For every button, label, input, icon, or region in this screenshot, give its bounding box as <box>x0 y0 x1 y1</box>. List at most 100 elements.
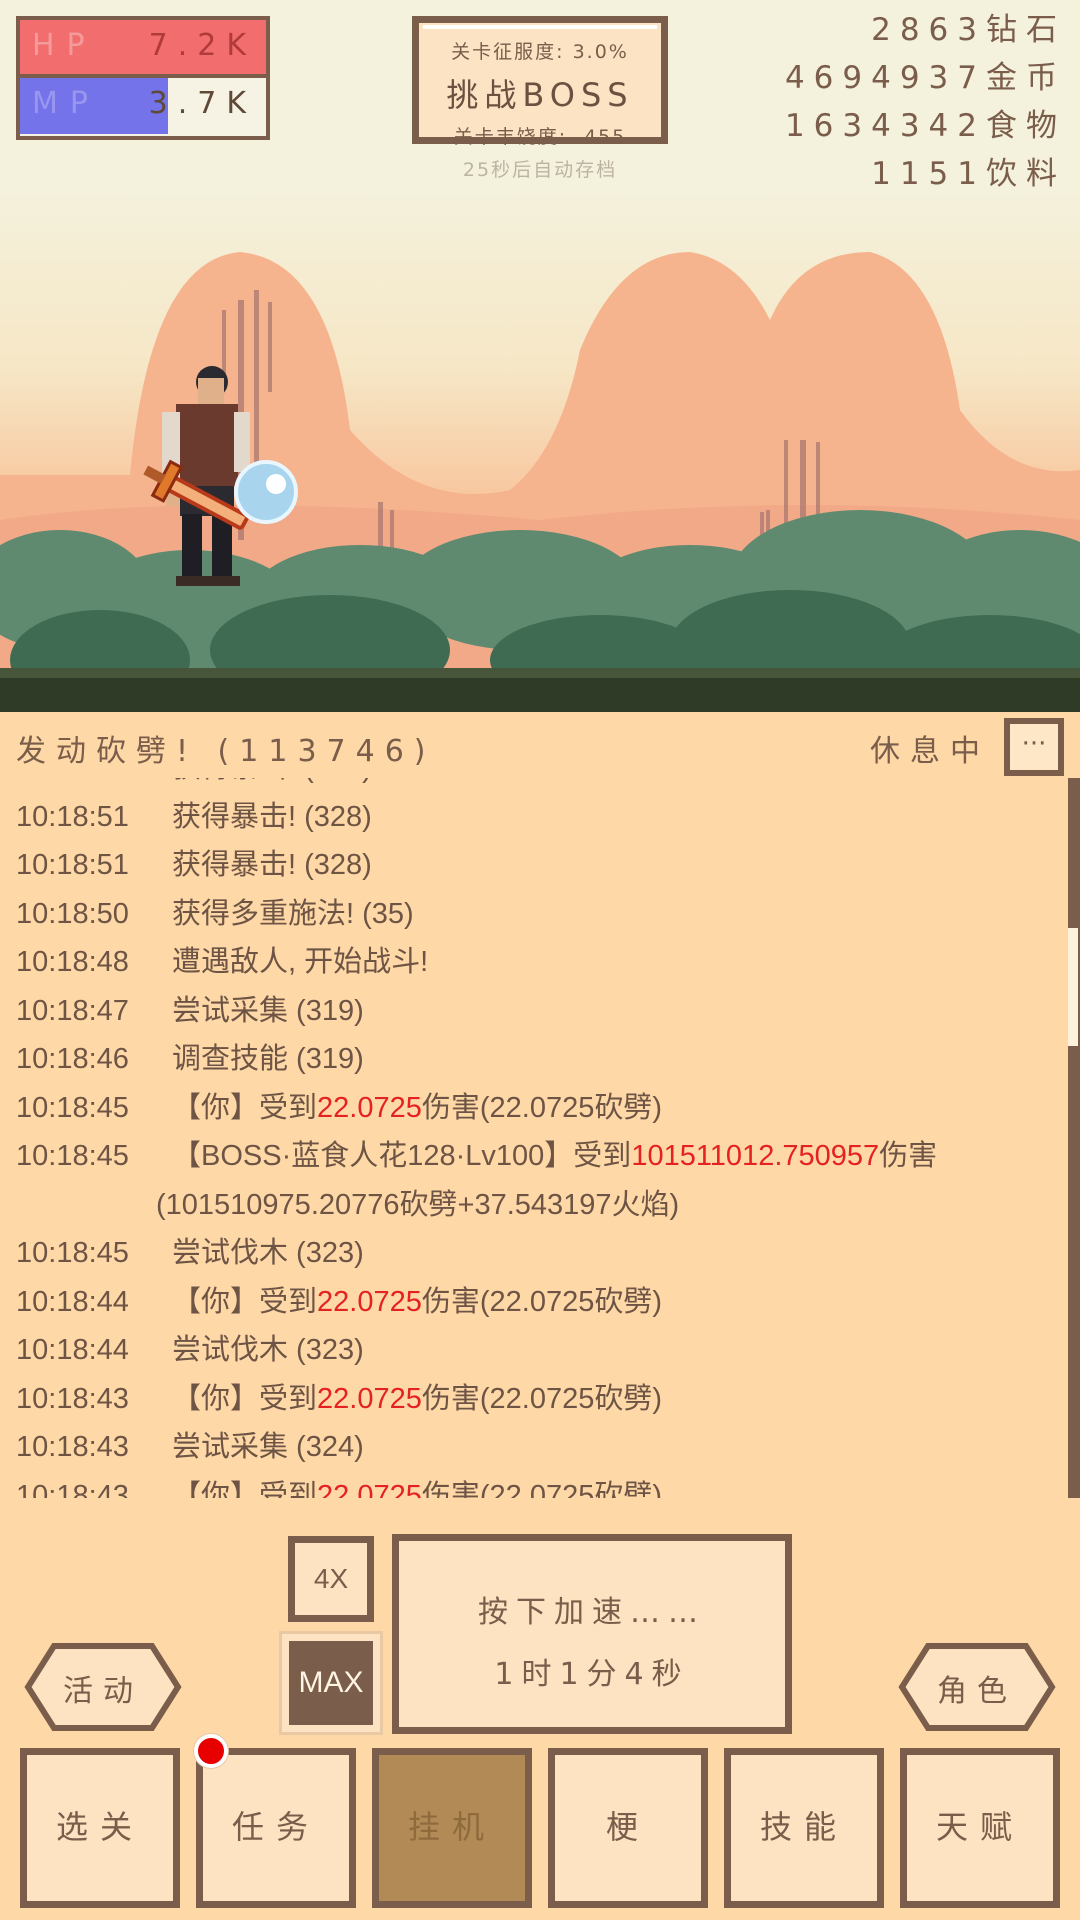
damage-value: 22.0725 <box>317 1285 422 1318</box>
list-item: 10:18:43 【你】受到22.0725伤害(22.0725砍劈) <box>16 1472 1056 1499</box>
log-text: 获得暴击! (328) <box>172 800 372 833</box>
scrollbar-thumb[interactable] <box>1068 928 1078 1046</box>
log-message: 【你】受到22.0725伤害(22.0725砍劈) <box>172 1278 662 1327</box>
accelerate-label: 按下加速…… <box>478 1595 706 1630</box>
list-item: 10:18:51 获得暴击! (328) <box>16 793 1056 842</box>
log-message: 获得多重施法! (35) <box>172 890 414 939</box>
log-timestamp: 10:18:44 <box>16 1285 129 1318</box>
log-text: 尝试采集 (324) <box>172 1431 364 1463</box>
rest-status: 休息中 <box>870 734 990 769</box>
log-text: 尝试采集 (319) <box>172 994 364 1027</box>
log-timestamp: 10:18:45 <box>16 1140 129 1172</box>
top-hud: HP 7.2K MP 3.7K 关卡征服度: 3.0% 挑战BOSS 关卡丰饶度… <box>0 0 1080 192</box>
accelerate-button[interactable]: 按下加速…… 1时1分4秒 <box>392 1534 792 1734</box>
current-action: 发动砍劈! (113746) <box>16 734 436 769</box>
log-message: 【BOSS·蓝食人花128·Lv100】受到101511012.750957伤害 <box>172 1132 937 1181</box>
log-message: 尝试伐木 (323) <box>172 1229 364 1278</box>
log-timestamp: 10:18:44 <box>16 1334 129 1366</box>
damage-value: 101511012.750957 <box>631 1140 880 1172</box>
damage-value: 22.0725 <box>317 1382 422 1415</box>
log-timestamp: 10:18:47 <box>16 994 129 1027</box>
log-message: 获得暴击! (328) <box>172 793 372 842</box>
log-text: 尝试伐木 (323) <box>172 1237 364 1269</box>
log-text: 【你】受到 <box>172 1479 318 1499</box>
log-message: 尝试采集 (324) <box>172 1423 364 1472</box>
log-text: 获得暴击! (328) <box>172 849 372 881</box>
resource-list: 2863钻石 4694937金币 1634342食物 1151饮料 <box>785 6 1066 198</box>
log-message: 【你】受到22.0725伤害(22.0725砍劈) <box>172 1084 662 1133</box>
mp-label: MP <box>32 86 100 121</box>
log-message: 遭遇敌人, 开始战斗! <box>172 938 428 987</box>
log-message: 获得暴击! (328) <box>172 841 372 890</box>
notification-badge <box>194 1734 228 1768</box>
resource-food: 1634342食物 <box>784 108 1066 144</box>
bottom-controls: 4X MAX 按下加速…… 1时1分4秒 活动 角色 选关 任务 挂机 梗 技能… <box>0 1506 1080 1920</box>
vitals-panel: HP 7.2K MP 3.7K <box>16 16 270 140</box>
battle-scene <box>0 190 1080 712</box>
orb-icon <box>234 460 298 524</box>
stage-conquest: 关卡征服度: 3.0% <box>451 41 629 63</box>
log-text: 【BOSS·蓝食人花128·Lv100】受到 <box>172 1140 632 1172</box>
nav-select-stage[interactable]: 选关 <box>20 1748 180 1908</box>
mp-bar: MP 3.7K <box>20 78 266 134</box>
log-text: 伤害(22.0725砍劈) <box>421 1285 662 1318</box>
character-button[interactable]: 角色 <box>898 1642 1056 1732</box>
challenge-boss-label: 挑战BOSS <box>446 76 634 114</box>
list-item: 10:18:44 【你】受到22.0725伤害(22.0725砍劈) <box>16 1278 1056 1327</box>
log-timestamp: 10:18:51 <box>16 800 129 833</box>
log-message: 【你】受到22.0725伤害(22.0725砍劈) <box>172 1472 662 1499</box>
log-message: 【你】受到22.0725伤害(22.0725砍劈) <box>172 1375 662 1424</box>
list-item: 10:18:43 尝试采集 (324) <box>16 1423 1056 1472</box>
list-item: 10:18:50 获得多重施法! (35) <box>16 890 1056 939</box>
log-text: 遭遇敌人, 开始战斗! <box>172 946 429 978</box>
damage-value: 22.0725 <box>317 1479 422 1499</box>
list-item: 获得暴击! (328) <box>16 778 1056 793</box>
log-timestamp: 10:18:43 <box>16 1382 129 1415</box>
accelerate-time: 1时1分4秒 <box>494 1657 690 1692</box>
list-item: 10:18:45 【BOSS·蓝食人花128·Lv100】受到101511012.… <box>16 1132 1056 1229</box>
speed-4x-button[interactable]: 4X <box>288 1536 374 1622</box>
autosave-timer: 25秒后自动存档 <box>462 159 618 181</box>
log-text: 伤害 <box>879 1140 938 1172</box>
activity-label: 活动 <box>63 1674 143 1709</box>
log-text: 【你】受到 <box>172 1091 318 1124</box>
log-text: 【你】受到 <box>172 1285 318 1318</box>
activity-button[interactable]: 活动 <box>24 1642 182 1732</box>
nav-idle[interactable]: 挂机 <box>372 1748 532 1908</box>
log-scrollbar[interactable] <box>1068 778 1080 1498</box>
log-text: 伤害(22.0725砍劈) <box>421 1382 662 1415</box>
challenge-boss-button[interactable]: 关卡征服度: 3.0% 挑战BOSS 关卡丰饶度: -455 <box>412 16 668 148</box>
log-continuation: (101510975.20776砍劈+37.543197火焰) <box>156 1188 680 1221</box>
nav-quests[interactable]: 任务 <box>196 1748 356 1908</box>
ellipsis-icon[interactable]: ··· <box>1004 718 1064 776</box>
resource-gold: 4694937金币 <box>784 60 1066 96</box>
log-text: 【你】受到 <box>172 1382 318 1415</box>
log-timestamp: 10:18:51 <box>16 849 129 881</box>
log-message: 调查技能 (319) <box>172 1035 364 1084</box>
log-timestamp: 10:18:50 <box>16 897 129 930</box>
list-item: 10:18:46 调查技能 (319) <box>16 1035 1056 1084</box>
log-timestamp: 10:18:45 <box>16 1091 129 1124</box>
log-text: 伤害(22.0725砍劈) <box>421 1091 662 1124</box>
character-label: 角色 <box>937 1674 1017 1709</box>
hp-value: 7.2K <box>148 28 256 63</box>
stage-abundance: 关卡丰饶度: -455 <box>453 126 627 148</box>
nav-skills[interactable]: 技能 <box>724 1748 884 1908</box>
log-list[interactable]: 获得暴击! (328) 10:18:51 获得暴击! (328) 10:18:51 获… <box>16 778 1056 1498</box>
damage-value: 22.0725 <box>317 1091 422 1124</box>
list-item: 10:18:47 尝试采集 (319) <box>16 987 1056 1036</box>
nav-talents[interactable]: 天赋 <box>900 1748 1060 1908</box>
nav-meme[interactable]: 梗 <box>548 1748 708 1908</box>
battle-log-panel: 发动砍劈! (113746) 休息中 ··· 获得暴击! (328) 10:18… <box>0 712 1080 1506</box>
resource-diamonds: 2863钻石 <box>871 12 1066 48</box>
mp-value: 3.7K <box>148 86 256 121</box>
log-timestamp: 10:18:46 <box>16 1043 129 1075</box>
log-timestamp: 10:18:48 <box>16 946 129 978</box>
log-text: 获得多重施法! (35) <box>172 897 414 930</box>
log-text: 伤害(22.0725砍劈) <box>421 1479 662 1499</box>
hp-bar: HP 7.2K <box>20 20 266 78</box>
speed-max-button[interactable]: MAX <box>279 1631 383 1735</box>
log-timestamp: 10:18:43 <box>16 1479 129 1499</box>
log-timestamp: 10:18:45 <box>16 1237 129 1269</box>
list-item: 10:18:48 遭遇敌人, 开始战斗! <box>16 938 1056 987</box>
